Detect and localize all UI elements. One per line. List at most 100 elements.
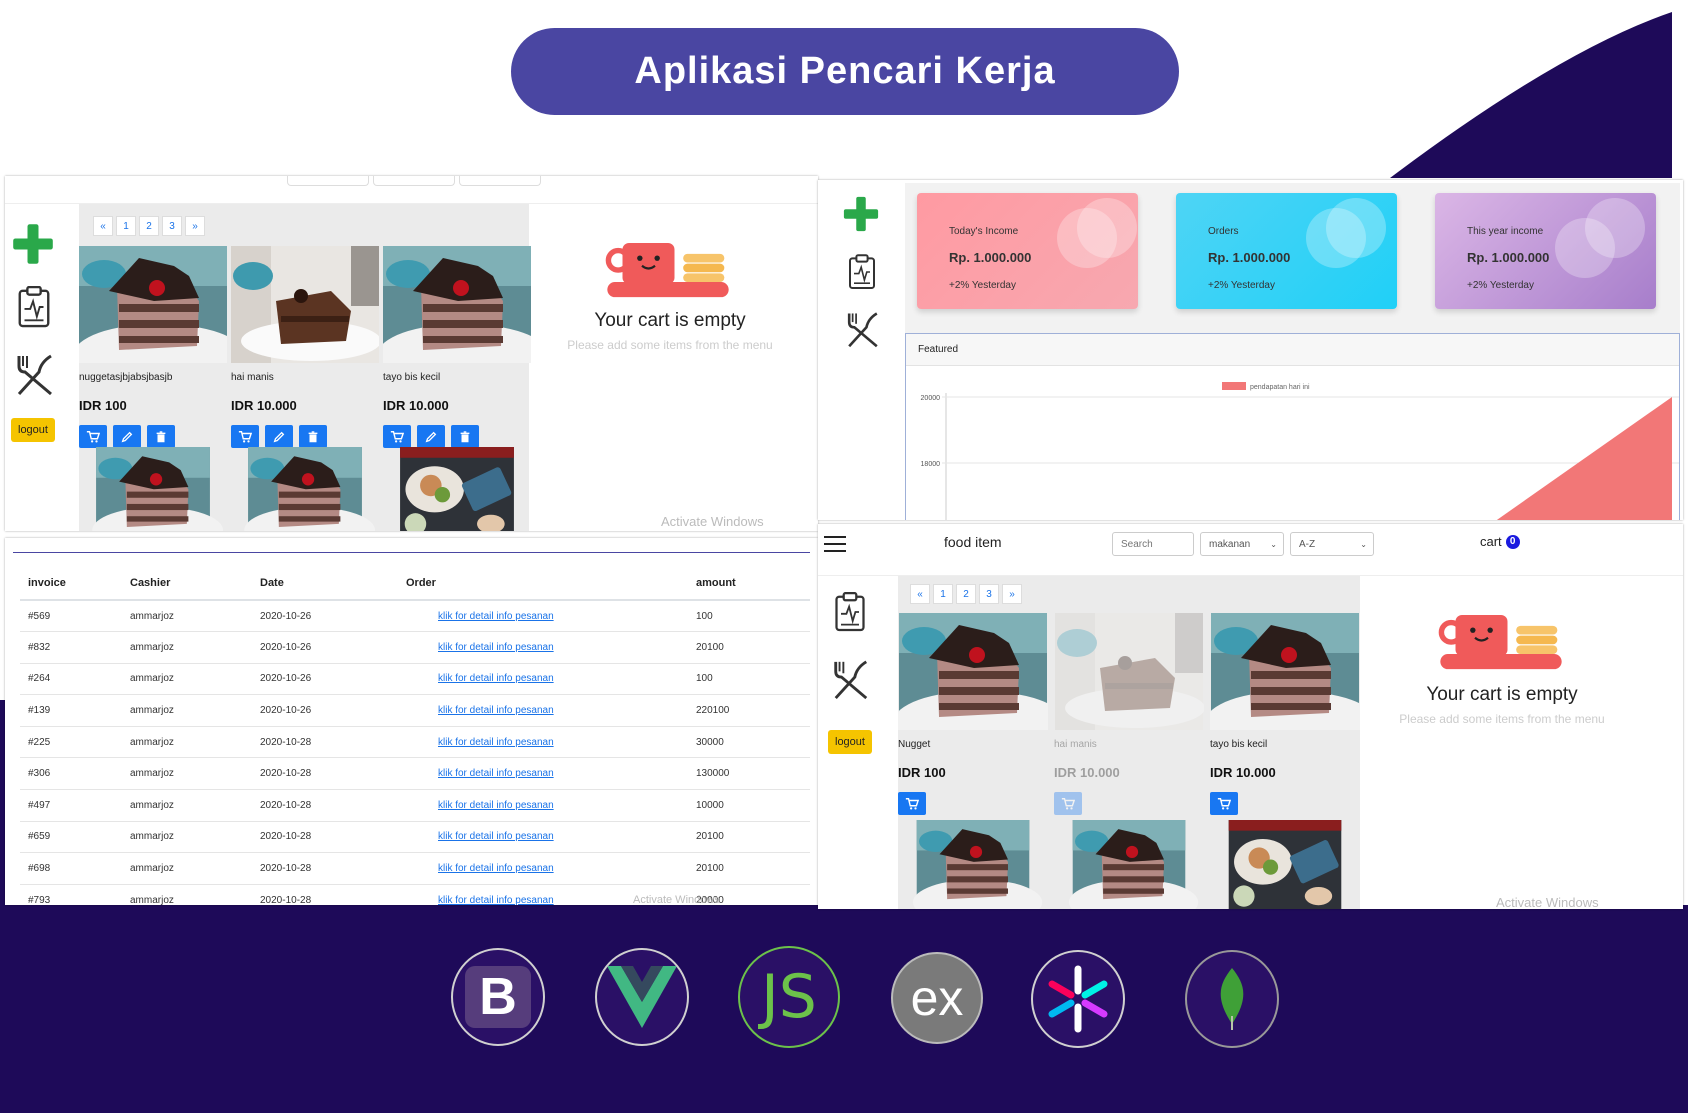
order-detail-link[interactable]: klik for detail info pesanan bbox=[438, 705, 554, 716]
jwt-logo bbox=[1031, 950, 1125, 1048]
page-next[interactable]: » bbox=[1002, 584, 1022, 604]
product-price: IDR 100 bbox=[79, 398, 127, 413]
amount-cell: 10000 bbox=[696, 789, 810, 822]
product-card: Nugget IDR 100 bbox=[898, 613, 1048, 815]
invoice-table-wrap: invoice Cashier Date Order amount #569 am… bbox=[20, 566, 810, 905]
clipboard-icon[interactable] bbox=[846, 254, 878, 290]
table-row: #569 ammarjoz 2020-10-26 klik for detail in… bbox=[20, 600, 810, 633]
plus-icon[interactable] bbox=[842, 195, 880, 233]
cart-label: cart bbox=[1480, 534, 1502, 549]
page-1[interactable]: 1 bbox=[116, 216, 136, 236]
add-to-cart-button[interactable] bbox=[898, 792, 926, 815]
stat-label: Orders bbox=[1208, 226, 1239, 237]
page-prev[interactable]: « bbox=[93, 216, 113, 236]
delete-button[interactable] bbox=[299, 425, 327, 448]
cashier-cell: ammarjoz bbox=[130, 757, 260, 791]
order-detail-link[interactable]: klik for detail info pesanan bbox=[438, 863, 554, 874]
order-detail-link[interactable]: klik for detail info pesanan bbox=[438, 831, 554, 842]
col-cashier[interactable]: Cashier bbox=[130, 566, 260, 601]
edit-button[interactable] bbox=[113, 425, 141, 448]
edit-button[interactable] bbox=[417, 425, 445, 448]
date-cell: 2020-10-28 bbox=[260, 726, 406, 759]
order-detail-link[interactable]: klik for detail info pesanan bbox=[438, 673, 554, 684]
stat-delta: +2% Yesterday bbox=[1208, 280, 1275, 291]
hamburger-icon[interactable] bbox=[824, 536, 846, 552]
order-cell: klik for detail info pesanan bbox=[406, 757, 696, 791]
stat-value: Rp. 1.000.000 bbox=[1208, 250, 1291, 265]
plus-icon[interactable] bbox=[11, 222, 55, 266]
cart-icon bbox=[1061, 797, 1075, 811]
screenshot-dashboard: Today's Income Rp. 1.000.000 +2% Yesterd… bbox=[818, 180, 1683, 520]
y-tick-label: 20000 bbox=[921, 395, 941, 402]
add-to-cart-button[interactable] bbox=[383, 425, 411, 448]
product-image bbox=[1210, 613, 1360, 730]
order-cell: klik for detail info pesanan bbox=[406, 852, 696, 885]
product-area: « 1 2 3 » nuggetasjbjabsjbasjb IDR 100 h… bbox=[79, 204, 529, 531]
cashier-cell: ammarjoz bbox=[130, 726, 260, 759]
cart-link[interactable]: cart 0 bbox=[1480, 534, 1520, 549]
col-amount[interactable]: amount bbox=[696, 566, 810, 601]
invoice-cell: #569 bbox=[20, 600, 130, 633]
col-invoice[interactable]: invoice bbox=[20, 566, 130, 601]
order-detail-link[interactable]: klik for detail info pesanan bbox=[438, 737, 554, 748]
decorative-wedge bbox=[1390, 12, 1672, 178]
add-to-cart-button[interactable] bbox=[1210, 792, 1238, 815]
amount-cell: 100 bbox=[696, 663, 810, 696]
date-cell: 2020-10-28 bbox=[260, 852, 406, 885]
product-name: nuggetasjbjabsjbasjb bbox=[79, 372, 173, 383]
category-select[interactable]: makanan ⌄ bbox=[1200, 532, 1284, 556]
order-detail-link[interactable]: klik for detail info pesanan bbox=[438, 800, 554, 811]
utensils-icon[interactable] bbox=[830, 658, 872, 700]
product-price: IDR 10.000 bbox=[383, 398, 449, 413]
invoice-table: invoice Cashier Date Order amount #569 am… bbox=[20, 566, 810, 905]
page-next[interactable]: » bbox=[185, 216, 205, 236]
page-3[interactable]: 3 bbox=[162, 216, 182, 236]
order-detail-link[interactable]: klik for detail info pesanan bbox=[438, 642, 554, 653]
page-prev[interactable]: « bbox=[910, 584, 930, 604]
sort-select[interactable]: A-Z ⌄ bbox=[1290, 532, 1374, 556]
mongodb-logo bbox=[1185, 950, 1279, 1048]
dashboard-main: Today's Income Rp. 1.000.000 +2% Yesterd… bbox=[905, 183, 1680, 520]
utensils-icon[interactable] bbox=[844, 310, 882, 348]
col-date[interactable]: Date bbox=[260, 566, 406, 601]
page-2[interactable]: 2 bbox=[956, 584, 976, 604]
income-chart: pendapatan hari ini 20000 18000 bbox=[921, 382, 1679, 520]
edit-button[interactable] bbox=[265, 425, 293, 448]
amount-cell: 20100 bbox=[696, 821, 810, 854]
logout-button[interactable]: logout bbox=[828, 730, 872, 754]
date-cell: 2020-10-28 bbox=[260, 821, 406, 854]
top-strip bbox=[5, 176, 818, 204]
cart-panel: Your cart is empty Please add some items… bbox=[1366, 684, 1638, 726]
logout-button[interactable]: logout bbox=[11, 418, 55, 442]
clipboard-icon[interactable] bbox=[832, 592, 868, 632]
utensils-icon[interactable] bbox=[13, 352, 57, 396]
product-name: hai manis bbox=[231, 372, 274, 383]
table-row: #306 ammarjoz 2020-10-28 klik for detail in… bbox=[20, 757, 810, 791]
delete-button[interactable] bbox=[147, 425, 175, 448]
col-order[interactable]: Order bbox=[406, 566, 696, 601]
product-card: tayo bis kecil IDR 10.000 bbox=[383, 246, 531, 448]
order-detail-link[interactable]: klik for detail info pesanan bbox=[438, 768, 554, 779]
order-detail-link[interactable]: klik for detail info pesanan bbox=[438, 895, 554, 905]
cashier-cell: ammarjoz bbox=[130, 884, 260, 905]
add-to-cart-button[interactable] bbox=[1054, 792, 1082, 815]
cart-count-badge: 0 bbox=[1505, 534, 1520, 549]
page-title: Aplikasi Pencari Kerja bbox=[634, 50, 1056, 92]
vue-logo bbox=[595, 948, 689, 1046]
category-value: makanan bbox=[1209, 538, 1251, 550]
clipboard-icon[interactable] bbox=[15, 286, 53, 328]
page-3[interactable]: 3 bbox=[979, 584, 999, 604]
search-input[interactable] bbox=[1112, 532, 1194, 556]
page-2[interactable]: 2 bbox=[139, 216, 159, 236]
page-1[interactable]: 1 bbox=[933, 584, 953, 604]
nodejs-logo: JS bbox=[738, 946, 840, 1048]
bottom-band bbox=[0, 905, 1688, 1113]
order-cell: klik for detail info pesanan bbox=[406, 789, 696, 822]
invoice-cell: #225 bbox=[20, 726, 130, 759]
order-detail-link[interactable]: klik for detail info pesanan bbox=[438, 611, 554, 622]
trash-icon bbox=[154, 430, 168, 444]
add-to-cart-button[interactable] bbox=[79, 425, 107, 448]
delete-button[interactable] bbox=[451, 425, 479, 448]
date-cell: 2020-10-26 bbox=[260, 694, 406, 727]
add-to-cart-button[interactable] bbox=[231, 425, 259, 448]
